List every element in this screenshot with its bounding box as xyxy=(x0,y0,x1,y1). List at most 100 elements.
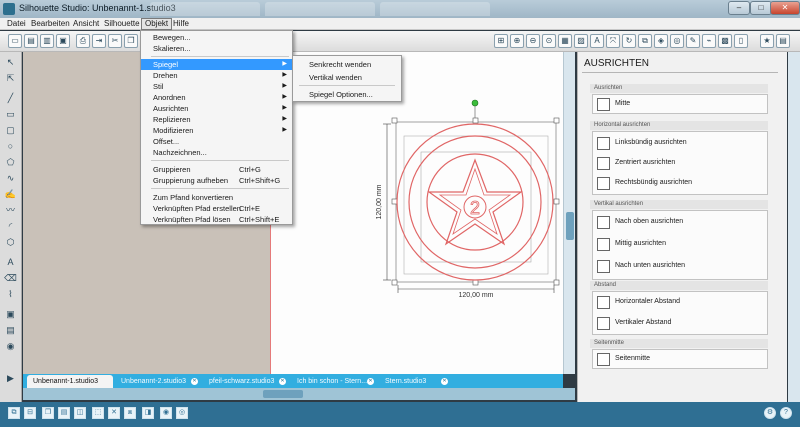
grid-icon[interactable]: ▦ xyxy=(558,34,572,48)
weld-icon[interactable]: ⬚ xyxy=(92,407,104,419)
offset-icon[interactable]: ◎ xyxy=(670,34,684,48)
send-to-cutter-icon[interactable]: ⇥ xyxy=(92,34,106,48)
point-edit-tool-icon[interactable]: ⇱ xyxy=(4,72,17,84)
new-document-icon[interactable]: ▭ xyxy=(8,34,22,48)
menu-item-offset[interactable]: Offset... xyxy=(141,136,292,147)
zoom-out-icon[interactable]: ⊖ xyxy=(526,34,540,48)
menu-silhouette[interactable]: Silhouette xyxy=(101,18,143,30)
doc-tab[interactable]: Stern.studio3 ✕ xyxy=(379,375,451,388)
menu-hilfe[interactable]: Hilfe xyxy=(170,18,192,30)
save-icon[interactable]: ▣ xyxy=(56,34,70,48)
replicate-icon[interactable]: ⧉ xyxy=(638,34,652,48)
subtract-icon[interactable]: ◨ xyxy=(142,407,154,419)
duplicate-icon[interactable]: ❐ xyxy=(42,407,54,419)
close-tab-icon[interactable]: ✕ xyxy=(279,378,286,385)
menu-item-flip-horizontal[interactable]: Senkrecht wenden xyxy=(293,59,401,70)
group-icon[interactable]: ⧉ xyxy=(8,407,20,419)
store-icon[interactable]: ★ xyxy=(760,34,774,48)
transform-icon[interactable]: ⤧ xyxy=(606,34,620,48)
regular-polygon-tool-icon[interactable]: ⬡ xyxy=(4,236,17,248)
menu-item-mirror-options[interactable]: Spiegel Optionen... xyxy=(293,89,401,100)
text-tool-icon[interactable]: A xyxy=(4,256,17,268)
knife-tool-icon[interactable]: ⌇ xyxy=(4,288,17,300)
line-color-icon[interactable]: ◎ xyxy=(176,407,188,419)
zoom-fit-icon[interactable]: ⊙ xyxy=(542,34,556,48)
doc-tab[interactable]: pfeil-schwarz.studio3 ✕ xyxy=(203,375,289,388)
text-style-icon[interactable]: A xyxy=(590,34,604,48)
paste-icon[interactable]: ▤ xyxy=(58,407,70,419)
print-icon[interactable]: ⎙ xyxy=(76,34,90,48)
menu-item-modify[interactable]: Modifizieren ▶ xyxy=(141,125,292,136)
help-icon[interactable]: ? xyxy=(780,407,792,419)
doc-tab[interactable]: Ich bin schon - Stern... ✕ xyxy=(291,375,377,388)
cut-settings-icon[interactable]: ▩ xyxy=(718,34,732,48)
delete-icon[interactable]: ✕ xyxy=(108,407,120,419)
menu-item-scale[interactable]: Skalieren... xyxy=(141,43,292,54)
doc-tab[interactable]: Unbenannt-1.studio3 xyxy=(27,375,113,388)
ungroup-icon[interactable]: ⊟ xyxy=(24,407,36,419)
menu-item-convert-path[interactable]: Zum Pfand konvertieren xyxy=(141,192,292,203)
store-tool-icon[interactable]: ◉ xyxy=(4,340,17,352)
collapse-arrow-icon[interactable]: ▶ xyxy=(4,372,17,384)
bring-front-icon[interactable]: ◫ xyxy=(74,407,86,419)
menu-ansicht[interactable]: Ansicht xyxy=(70,18,102,30)
menu-item-arrange[interactable]: Anordnen ▶ xyxy=(141,92,292,103)
cut-icon[interactable]: ✂ xyxy=(108,34,122,48)
polygon-tool-icon[interactable]: ⬠ xyxy=(4,156,17,168)
menu-objekt[interactable]: Objekt xyxy=(141,18,173,30)
doc-tab[interactable]: Unbenannt-2.studio3 ✕ xyxy=(115,375,201,388)
maximize-button[interactable]: □ xyxy=(750,1,772,15)
smooth-freehand-tool-icon[interactable]: 〰 xyxy=(4,204,17,216)
modify-icon[interactable]: ◈ xyxy=(654,34,668,48)
menu-item-trace[interactable]: Nachzeichnen... xyxy=(141,147,292,158)
menu-bearbeiten[interactable]: Bearbeiten xyxy=(28,18,73,30)
close-tab-icon[interactable]: ✕ xyxy=(367,378,374,385)
scroll-thumb[interactable] xyxy=(263,390,303,398)
close-button[interactable]: ✕ xyxy=(770,1,800,15)
menu-item-replicate[interactable]: Replizieren ▶ xyxy=(141,114,292,125)
canvas-horizontal-scrollbar[interactable] xyxy=(23,388,575,400)
rotate-icon[interactable]: ↻ xyxy=(622,34,636,48)
menu-item-style[interactable]: Stil ▶ xyxy=(141,81,292,92)
rectangle-tool-icon[interactable]: ▭ xyxy=(4,108,17,120)
trace-icon[interactable]: ✎ xyxy=(686,34,700,48)
eraser-tool-icon[interactable]: ⌫ xyxy=(4,272,17,284)
menu-item-mirror[interactable]: Spiegel ▶ xyxy=(141,59,292,70)
knife-icon[interactable]: ⌁ xyxy=(702,34,716,48)
canvas-vertical-scrollbar[interactable] xyxy=(563,52,575,374)
zoom-tool-icon[interactable]: ▣ xyxy=(4,308,17,320)
select-all-icon[interactable]: ⊞ xyxy=(494,34,508,48)
panel-scrollbar[interactable] xyxy=(788,52,800,402)
pan-tool-icon[interactable]: ▤ xyxy=(4,324,17,336)
scroll-thumb[interactable] xyxy=(566,212,574,240)
rounded-rectangle-tool-icon[interactable]: ▢ xyxy=(4,124,17,136)
fill-color-icon[interactable]: ◉ xyxy=(160,407,172,419)
menu-item-release-compound-path[interactable]: Verknüpften Pfad lösen Ctrl+Shift+E xyxy=(141,214,292,225)
minimize-button[interactable]: – xyxy=(728,1,750,15)
zoom-in-icon[interactable]: ⊕ xyxy=(510,34,524,48)
menu-datei[interactable]: Datei xyxy=(4,18,29,30)
menu-item-ungroup[interactable]: Gruppierung aufheben Ctrl+Shift+G xyxy=(141,175,292,186)
select-tool-icon[interactable]: ↖ xyxy=(4,56,17,68)
curve-tool-icon[interactable]: ∿ xyxy=(4,172,17,184)
arc-tool-icon[interactable]: ◜ xyxy=(4,220,17,232)
menu-item-move[interactable]: Bewegen... xyxy=(141,32,292,43)
open-folder-icon[interactable]: ▤ xyxy=(24,34,38,48)
line-tool-icon[interactable]: ╱ xyxy=(4,92,17,104)
close-tab-icon[interactable]: ✕ xyxy=(441,378,448,385)
menu-item-rotate[interactable]: Drehen ▶ xyxy=(141,70,292,81)
menu-item-align[interactable]: Ausrichten ▶ xyxy=(141,103,292,114)
settings-gear-icon[interactable]: ⚙ xyxy=(764,407,776,419)
freehand-tool-icon[interactable]: ✍ xyxy=(4,188,17,200)
close-tab-icon[interactable]: ✕ xyxy=(191,378,198,385)
page-settings-icon[interactable]: ▯ xyxy=(734,34,748,48)
menu-item-group[interactable]: Gruppieren Ctrl+G xyxy=(141,164,292,175)
copy-icon[interactable]: ❐ xyxy=(124,34,138,48)
merge-icon[interactable]: ⧈ xyxy=(124,407,136,419)
menu-item-flip-vertical[interactable]: Vertikal wenden xyxy=(293,72,401,83)
library-icon[interactable]: ▥ xyxy=(40,34,54,48)
ellipse-tool-icon[interactable]: ○ xyxy=(4,140,17,152)
menu-item-make-compound-path[interactable]: Verknüpften Pfad erstellen Ctrl+E xyxy=(141,203,292,214)
fill-icon[interactable]: ▨ xyxy=(574,34,588,48)
library-panel-icon[interactable]: ▤ xyxy=(776,34,790,48)
